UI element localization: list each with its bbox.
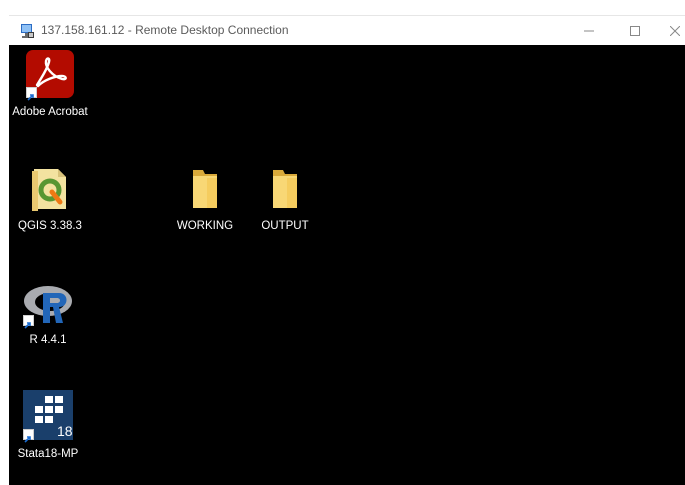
shortcut-arrow-icon	[23, 315, 34, 329]
minimize-button[interactable]	[566, 16, 612, 45]
desktop-icon-output-folder[interactable]: OUTPUT	[247, 166, 323, 235]
r-icon	[23, 284, 73, 329]
title-bar[interactable]: 137.158.161.12 - Remote Desktop Connecti…	[9, 15, 685, 45]
close-icon	[670, 25, 680, 36]
desktop-icon-label: OUTPUT	[261, 220, 309, 232]
folder-icon	[269, 166, 301, 212]
desktop-icon-label: Adobe Acrobat	[12, 106, 88, 118]
folder-icon	[189, 166, 221, 212]
shortcut-arrow-icon	[26, 87, 37, 101]
adobe-acrobat-icon	[26, 50, 74, 101]
window-title: 137.158.161.12 - Remote Desktop Connecti…	[41, 23, 289, 37]
shortcut-arrow-icon	[23, 429, 34, 443]
maximize-icon	[630, 25, 640, 36]
desktop-icon-working-folder[interactable]: WORKING	[167, 166, 243, 235]
desktop-icon-label: Stata18-MP	[17, 448, 79, 460]
stata-version-badge: 18	[57, 423, 73, 439]
desktop-icon-label: WORKING	[176, 220, 234, 232]
remote-desktop-window: 137.158.161.12 - Remote Desktop Connecti…	[9, 15, 685, 485]
desktop-icon-label: R 4.4.1	[29, 334, 67, 346]
desktop-icon-qgis[interactable]: QGIS 3.38.3	[12, 166, 88, 235]
stata-icon: 18	[23, 390, 73, 443]
remote-desktop-area[interactable]: Adobe Acrobat QGIS 3.38.3 WORKING OUTPUT…	[9, 45, 685, 485]
remote-desktop-icon	[21, 24, 34, 38]
desktop-icon-adobe-acrobat[interactable]: Adobe Acrobat	[12, 50, 88, 121]
desktop-icon-stata[interactable]: 18 Stata18-MP	[10, 390, 86, 463]
maximize-button[interactable]	[612, 16, 658, 45]
minimize-icon	[584, 30, 594, 31]
desktop-icon-r[interactable]: R 4.4.1	[10, 284, 86, 349]
qgis-icon	[30, 166, 70, 212]
close-button[interactable]	[658, 16, 685, 45]
desktop-icon-label: QGIS 3.38.3	[18, 220, 82, 232]
